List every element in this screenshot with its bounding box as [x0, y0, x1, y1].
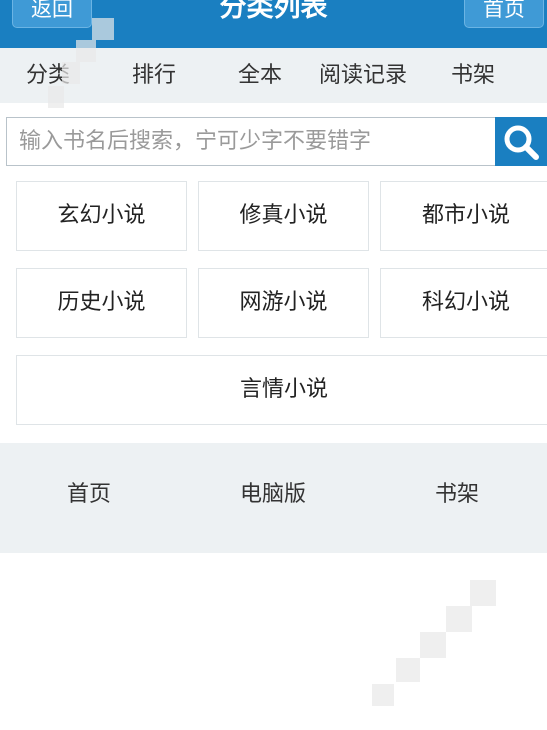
footer-desktop-link[interactable]: 电脑版 [203, 443, 343, 553]
search-input[interactable] [6, 117, 496, 166]
category-lishi[interactable]: 历史小说 [16, 268, 187, 338]
category-wangyou[interactable]: 网游小说 [198, 268, 369, 338]
nav-item-complete[interactable]: 全本 [238, 48, 282, 103]
nav-item-ranking[interactable]: 排行 [132, 48, 176, 103]
nav-item-reading-history[interactable]: 阅读记录 [319, 48, 407, 103]
footer-bookshelf-link[interactable]: 书架 [387, 443, 527, 553]
watermark-mark [372, 684, 394, 706]
category-dushi[interactable]: 都市小说 [380, 181, 547, 251]
search-bar [6, 117, 547, 166]
footer-nav: 首页 电脑版 书架 [0, 443, 547, 553]
watermark-mark [62, 62, 80, 84]
watermark-mark [446, 606, 472, 632]
category-kehuan[interactable]: 科幻小说 [380, 268, 547, 338]
nav-item-bookshelf[interactable]: 书架 [451, 48, 495, 103]
watermark-mark [470, 580, 496, 606]
footer-home-link[interactable]: 首页 [19, 443, 159, 553]
category-yanqing[interactable]: 言情小说 [16, 355, 547, 425]
search-button[interactable] [495, 117, 547, 166]
watermark-mark [48, 86, 64, 108]
category-xiuzhen[interactable]: 修真小说 [198, 181, 369, 251]
category-xuanhuan[interactable]: 玄幻小说 [16, 181, 187, 251]
search-icon [504, 125, 539, 160]
watermark-mark [76, 40, 96, 62]
home-button[interactable]: 首页 [464, 0, 544, 28]
watermark-mark [420, 632, 446, 658]
watermark-mark [92, 18, 114, 40]
watermark-mark [396, 658, 420, 682]
